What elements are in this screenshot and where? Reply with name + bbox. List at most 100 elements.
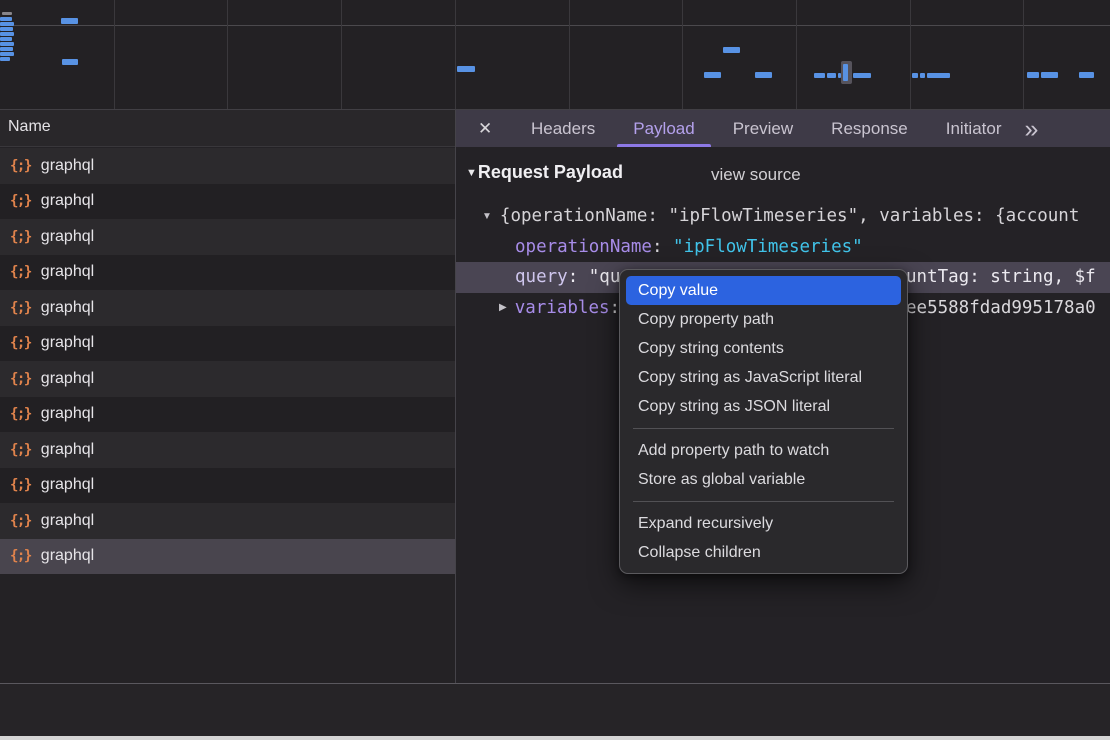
request-row[interactable]: {;}graphql	[0, 361, 455, 397]
json-braces-icon: {;}	[10, 229, 31, 245]
request-row[interactable]: {;}graphql	[0, 290, 455, 326]
triangle-right-icon[interactable]: ▶	[499, 302, 507, 313]
payload-root-row[interactable]: ▼ {operationName: "ipFlowTimeseries", va…	[456, 201, 1110, 232]
tab-headers[interactable]: Headers	[531, 110, 595, 147]
status-footer	[0, 684, 1110, 736]
json-braces-icon: {;}	[10, 264, 31, 280]
tab-payload[interactable]: Payload	[633, 110, 694, 147]
property-key: variables	[515, 298, 631, 318]
menu-item-copy-string-as-javascript-literal[interactable]: Copy string as JavaScript literal	[626, 363, 901, 392]
overview-gridline	[910, 0, 911, 109]
tab-list: Headers Payload Preview Response Initiator	[512, 110, 1020, 147]
context-menu: Copy valueCopy property pathCopy string …	[619, 269, 908, 574]
detail-tabbar: ✕ Headers Payload Preview Response Initiator…	[456, 110, 1110, 147]
waterfall-bar	[61, 18, 78, 24]
request-name: graphql	[41, 405, 94, 423]
property-value-continued: untTag: string, $f	[906, 267, 1096, 287]
menu-item-add-property-path-to-watch[interactable]: Add property path to watch	[626, 436, 901, 465]
operation-name-row[interactable]: operationName "ipFlowTimeseries"	[456, 232, 1110, 263]
tab-preview[interactable]: Preview	[733, 110, 793, 147]
json-braces-icon: {;}	[10, 406, 31, 422]
property-value: "ipFlowTimeseries"	[673, 237, 863, 257]
waterfall-bar	[0, 52, 14, 56]
property-value-continued: ee5588fdad995178a0	[906, 298, 1096, 318]
overview-gridline	[569, 0, 570, 109]
waterfall-bar	[0, 22, 14, 26]
menu-item-copy-string-contents[interactable]: Copy string contents	[626, 334, 901, 363]
menu-item-expand-recursively[interactable]: Expand recursively	[626, 509, 901, 538]
request-row[interactable]: {;}graphql	[0, 432, 455, 468]
waterfall-bar	[457, 66, 475, 72]
waterfall-bar	[1079, 72, 1094, 78]
waterfall-bar	[0, 32, 14, 36]
request-name: graphql	[41, 334, 94, 352]
request-name: graphql	[41, 547, 94, 565]
view-source-link[interactable]: view source	[711, 165, 801, 185]
menu-item-copy-property-path[interactable]: Copy property path	[626, 305, 901, 334]
request-name: graphql	[41, 299, 94, 317]
request-row[interactable]: {;} graphql	[0, 148, 455, 184]
close-icon[interactable]: ✕	[478, 119, 512, 139]
request-row[interactable]: {;}graphql	[0, 219, 455, 255]
triangle-down-icon[interactable]: ▼	[482, 211, 492, 222]
overview-gridline	[114, 0, 115, 109]
menu-item-copy-string-as-json-literal[interactable]: Copy string as JSON literal	[626, 392, 901, 421]
waterfall-bar	[0, 47, 13, 51]
json-braces-icon: {;}	[10, 158, 31, 174]
tab-initiator[interactable]: Initiator	[946, 110, 1002, 147]
waterfall-bar	[0, 27, 13, 31]
overview-gridline	[455, 0, 456, 109]
overview-gridline	[1023, 0, 1024, 109]
tab-response[interactable]: Response	[831, 110, 908, 147]
overview-gridline	[341, 0, 342, 109]
waterfall-bar	[704, 72, 721, 78]
property-value-start: "qu	[589, 267, 621, 287]
menu-divider	[633, 501, 894, 502]
json-braces-icon: {;}	[10, 477, 31, 493]
request-name: graphql	[41, 512, 94, 530]
waterfall-bar	[814, 73, 825, 78]
overview-gridline	[796, 0, 797, 109]
request-row[interactable]: {;}graphql	[0, 468, 455, 504]
waterfall-bar	[0, 37, 12, 41]
waterfall-bar	[912, 73, 918, 78]
json-braces-icon: {;}	[10, 513, 31, 529]
menu-item-collapse-children[interactable]: Collapse children	[626, 538, 901, 567]
menu-item-store-as-global-variable[interactable]: Store as global variable	[626, 465, 901, 494]
property-key: operationName	[515, 237, 673, 257]
json-braces-icon: {;}	[10, 548, 31, 564]
request-row[interactable]: {;} graphql	[0, 503, 455, 539]
more-tabs-icon[interactable]: »	[1024, 119, 1038, 139]
waterfall-bar	[0, 42, 14, 46]
name-column-header[interactable]: Name	[0, 110, 455, 147]
waterfall-bar	[853, 73, 871, 78]
request-list: {;} graphql {;} graphql {;} graphql {;} graphql…	[0, 148, 455, 683]
waterfall-bar	[0, 17, 12, 21]
request-name: graphql	[41, 192, 94, 210]
waterfall-bar	[827, 73, 836, 78]
json-braces-icon: {;}	[10, 335, 31, 351]
request-name: graphql	[41, 157, 94, 175]
request-row[interactable]: {;} graphql	[0, 539, 455, 575]
menu-item-copy-value[interactable]: Copy value	[626, 276, 901, 305]
triangle-down-icon[interactable]: ▼	[466, 167, 477, 179]
waterfall-bar	[0, 57, 10, 61]
waterfall-bar	[2, 12, 12, 15]
selected-request-bar	[843, 64, 848, 81]
request-name: graphql	[41, 370, 94, 388]
panel-divider[interactable]	[455, 110, 456, 736]
waterfall-bar	[927, 73, 950, 78]
network-overview[interactable]	[0, 0, 1110, 110]
section-title: Request Payload	[478, 162, 623, 183]
request-row[interactable]: {;}graphql	[0, 184, 455, 220]
waterfall-bar	[920, 73, 925, 78]
overview-gridline	[227, 0, 228, 109]
request-row[interactable]: {;}graphql	[0, 255, 455, 291]
request-row[interactable]: {;} graphql	[0, 326, 455, 362]
menu-divider	[633, 428, 894, 429]
root-object-preview: {operationName: "ipFlowTimeseries", vari…	[500, 206, 1079, 226]
waterfall-bar	[62, 59, 78, 65]
request-row[interactable]: {;} graphql	[0, 397, 455, 433]
request-payload-section[interactable]: ▼ Request Payload	[466, 162, 623, 183]
waterfall-bar	[755, 72, 772, 78]
